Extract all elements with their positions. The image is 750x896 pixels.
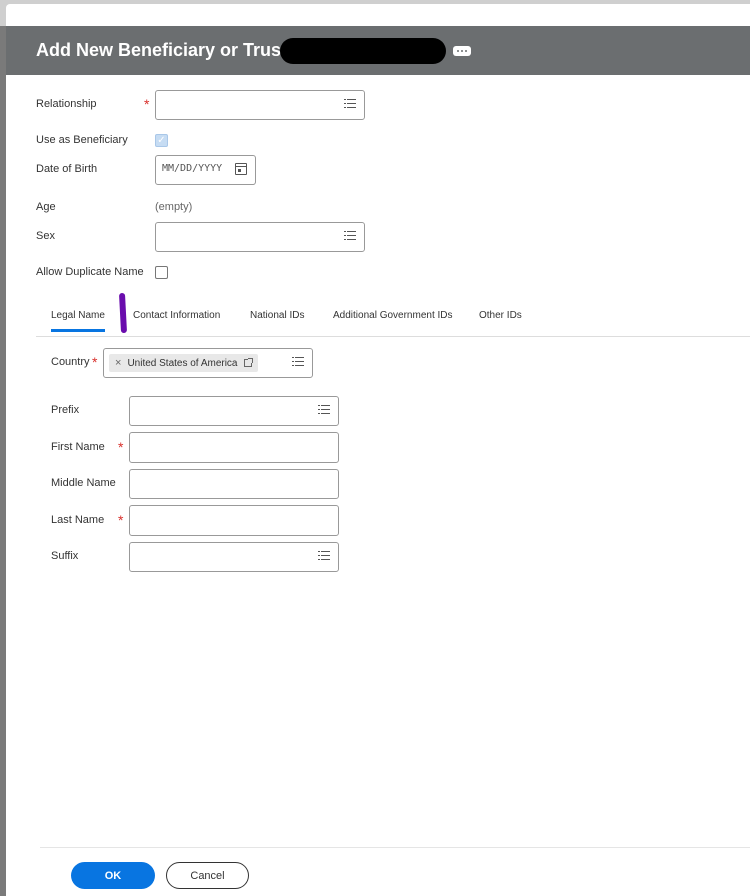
cancel-button[interactable]: Cancel [166, 862, 249, 889]
required-indicator: * [92, 354, 98, 370]
prefix-label: Prefix [51, 404, 80, 416]
required-indicator: * [118, 439, 124, 455]
prompt-list-icon[interactable] [344, 99, 356, 109]
allow-duplicate-name-checkbox[interactable] [155, 266, 168, 279]
relationship-field[interactable] [155, 90, 365, 120]
country-value: United States of America [127, 357, 238, 369]
annotation-mark [118, 292, 128, 334]
required-indicator: * [144, 96, 150, 112]
middle-name-label: Middle Name [51, 477, 116, 489]
relationship-label: Relationship [36, 98, 97, 110]
add-beneficiary-dialog: Add New Beneficiary or Trust Relationshi… [6, 4, 750, 896]
prompt-list-icon[interactable] [292, 357, 304, 367]
country-label: Country [51, 356, 90, 368]
middle-name-input[interactable] [129, 469, 339, 499]
prefix-field[interactable] [129, 396, 339, 426]
allow-duplicate-name-label: Allow Duplicate Name [36, 266, 144, 278]
sex-field[interactable] [155, 222, 365, 252]
dialog-header: Add New Beneficiary or Trust [6, 26, 750, 75]
prompt-list-icon[interactable] [344, 231, 356, 241]
prompt-list-icon[interactable] [318, 551, 330, 561]
calendar-icon[interactable] [235, 163, 247, 175]
dialog-title: Add New Beneficiary or Trust [36, 40, 288, 60]
tab-other-ids[interactable]: Other IDs [479, 310, 522, 321]
remove-icon[interactable]: × [115, 357, 121, 369]
tab-national-ids[interactable]: National IDs [250, 310, 304, 321]
date-of-birth-label: Date of Birth [36, 163, 98, 175]
ok-button[interactable]: OK [71, 862, 155, 889]
use-as-beneficiary-checkbox[interactable]: ✓ [155, 134, 168, 147]
tab-legal-name[interactable]: Legal Name [51, 310, 105, 332]
redacted-name [280, 38, 446, 64]
required-indicator: * [118, 512, 124, 528]
last-name-input[interactable] [129, 505, 339, 536]
first-name-label: First Name [51, 441, 105, 453]
tab-additional-government-ids[interactable]: Additional Government IDs [333, 310, 453, 321]
age-value: (empty) [155, 201, 193, 213]
footer-divider [40, 847, 750, 848]
suffix-label: Suffix [51, 550, 79, 562]
age-label: Age [36, 201, 56, 213]
date-of-birth-field[interactable]: MM/DD/YYYY [155, 155, 256, 185]
external-link-icon[interactable] [243, 358, 253, 367]
tab-contact-information[interactable]: Contact Information [133, 310, 220, 321]
prompt-list-icon[interactable] [318, 405, 330, 415]
more-actions-icon[interactable] [453, 46, 471, 56]
use-as-beneficiary-label: Use as Beneficiary [36, 134, 128, 146]
suffix-field[interactable] [129, 542, 339, 572]
country-pill[interactable]: × United States of America [109, 354, 258, 372]
first-name-input[interactable] [129, 432, 339, 463]
country-field[interactable]: × United States of America [103, 348, 313, 378]
sex-label: Sex [36, 230, 55, 242]
date-placeholder: MM/DD/YYYY [162, 163, 223, 174]
last-name-label: Last Name [51, 514, 105, 526]
name-tabs: Legal Name Contact Information National … [36, 304, 750, 337]
